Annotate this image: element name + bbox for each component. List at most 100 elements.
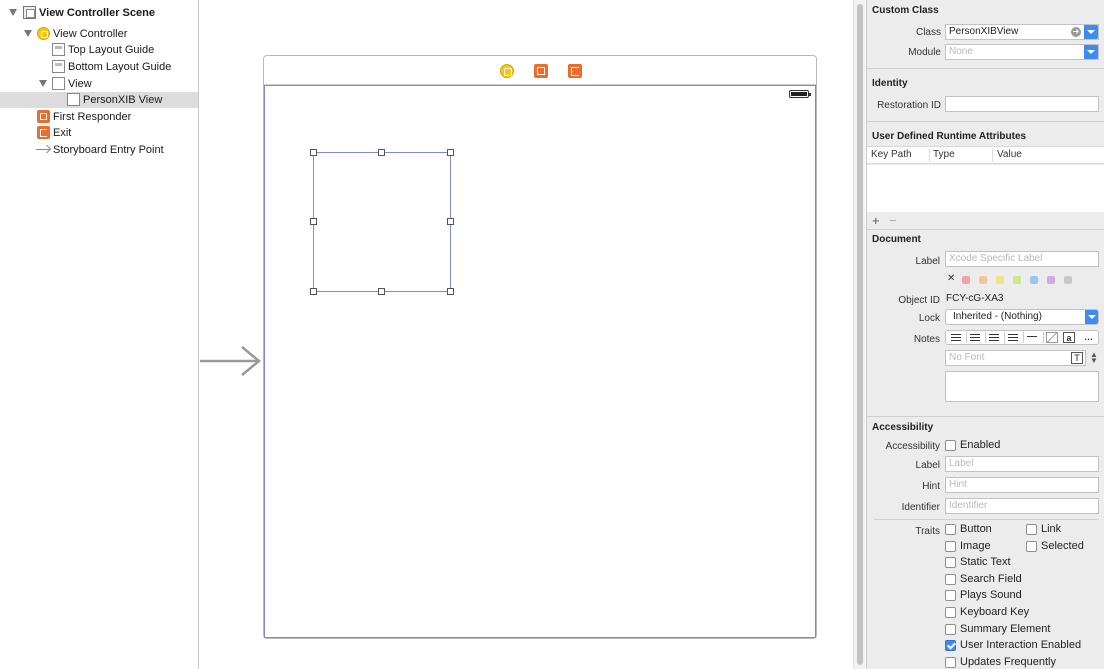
notes-font-field[interactable]: No Font T: [945, 350, 1086, 366]
section-divider: [867, 229, 1104, 230]
image-icon[interactable]: a: [1063, 332, 1075, 343]
text-color-icon[interactable]: [1046, 332, 1058, 343]
trait-checkbox[interactable]: [945, 590, 956, 602]
outline-item-label: Top Layout Guide: [68, 44, 155, 56]
color-swatch-green[interactable]: [1013, 276, 1021, 284]
trait-checkbox[interactable]: [945, 607, 956, 618]
resize-handle-left[interactable]: [310, 218, 317, 225]
add-attribute-button[interactable]: +: [872, 214, 880, 228]
color-swatch-yellow[interactable]: [996, 276, 1004, 284]
a11y-label-field[interactable]: Label: [945, 456, 1099, 472]
class-dropdown-button[interactable]: [1084, 25, 1098, 39]
notes-text-area[interactable]: [945, 371, 1099, 402]
restoration-id-field[interactable]: [945, 96, 1099, 112]
trait-label[interactable]: Plays Sound: [960, 589, 1022, 601]
color-swatch-orange[interactable]: [979, 276, 987, 284]
align-justify-icon[interactable]: [1005, 332, 1022, 343]
disclosure-triangle-icon[interactable]: [39, 80, 47, 87]
a11y-hint-field[interactable]: Hint: [945, 477, 1099, 493]
custom-class-section: Custom Class Class PersonXIBView ➜ Modul…: [867, 0, 1104, 69]
color-swatch-purple[interactable]: [1047, 276, 1055, 284]
canvas-scrollbar[interactable]: [853, 0, 865, 669]
more-options-icon[interactable]: …: [1080, 332, 1097, 343]
outline-item-first-responder[interactable]: First Responder: [0, 109, 198, 125]
storyboard-entry-arrow-icon[interactable]: [200, 345, 262, 377]
remove-attribute-button[interactable]: −: [889, 214, 897, 228]
align-natural-icon[interactable]: [1024, 332, 1041, 343]
resize-handle-bottom[interactable]: [378, 288, 385, 295]
resize-handle-right[interactable]: [447, 218, 454, 225]
trait-label[interactable]: Link: [1041, 523, 1061, 535]
trait-label[interactable]: Summary Element: [960, 623, 1050, 635]
trait-checkbox[interactable]: [1026, 524, 1037, 535]
trait-label[interactable]: Button: [960, 523, 992, 535]
trait-checkbox[interactable]: [945, 656, 956, 668]
outline-item-top-layout-guide[interactable]: Top Layout Guide: [0, 42, 198, 58]
align-right-icon[interactable]: [986, 332, 1003, 343]
column-key-path[interactable]: Key Path: [871, 149, 912, 160]
scene-icon: [23, 6, 36, 19]
trait-checkbox[interactable]: [945, 623, 956, 635]
align-left-icon[interactable]: [948, 332, 965, 343]
a11y-identifier-field[interactable]: Identifier: [945, 498, 1099, 514]
section-title: Identity: [872, 78, 908, 89]
accessibility-enabled-checkbox[interactable]: [945, 440, 956, 451]
outline-item-storyboard-entry-point[interactable]: Storyboard Entry Point: [0, 142, 198, 158]
class-label: Class: [915, 27, 941, 38]
disclosure-triangle-icon[interactable]: [9, 9, 17, 16]
outline-item-bottom-layout-guide[interactable]: Bottom Layout Guide: [0, 59, 198, 75]
resize-handle-bottom-right[interactable]: [447, 288, 454, 295]
module-field[interactable]: None: [945, 44, 1099, 60]
root-view[interactable]: [264, 85, 816, 638]
divider: [874, 519, 1099, 520]
runtime-attributes-table[interactable]: [867, 165, 1104, 212]
outline-item-view-controller[interactable]: View Controller: [0, 26, 198, 42]
view-controller-icon[interactable]: [500, 64, 514, 78]
color-swatch-red[interactable]: [962, 276, 970, 284]
trait-label[interactable]: Search Field: [960, 573, 1022, 585]
color-swatch-blue[interactable]: [1030, 276, 1038, 284]
trait-label[interactable]: Image: [960, 540, 991, 552]
trait-checkbox[interactable]: [945, 557, 956, 569]
font-picker-icon[interactable]: T: [1071, 352, 1083, 364]
outline-item-exit[interactable]: Exit: [0, 125, 198, 141]
class-field[interactable]: PersonXIBView ➜: [945, 24, 1099, 40]
module-dropdown-button[interactable]: [1084, 45, 1098, 59]
outline-item-personxib-view[interactable]: PersonXIB View: [0, 92, 198, 108]
trait-checkbox[interactable]: [945, 640, 956, 652]
outline-item-view-controller-scene[interactable]: View Controller Scene: [0, 5, 198, 21]
trait-checkbox[interactable]: [945, 524, 956, 535]
resize-handle-top-left[interactable]: [310, 149, 317, 156]
color-swatch-gray[interactable]: [1064, 276, 1072, 284]
storyboard-canvas[interactable]: [200, 0, 852, 669]
trait-label[interactable]: Updates Frequently: [960, 656, 1056, 668]
lock-popup[interactable]: Inherited - (Nothing): [945, 309, 1099, 325]
trait-label[interactable]: Selected: [1041, 540, 1084, 552]
resize-handle-top-right[interactable]: [447, 149, 454, 156]
align-center-icon[interactable]: [967, 332, 984, 343]
trait-label[interactable]: Static Text: [960, 556, 1011, 568]
document-label-field[interactable]: Xcode Specific Label: [945, 251, 1099, 267]
clear-color-icon[interactable]: ✕: [947, 273, 955, 284]
font-size-stepper-icon[interactable]: ▲ ▼: [1090, 351, 1098, 365]
trait-label[interactable]: Keyboard Key: [960, 606, 1029, 618]
trait-checkbox[interactable]: [945, 540, 956, 552]
resize-handle-top[interactable]: [378, 149, 385, 156]
resize-handle-bottom-left[interactable]: [310, 288, 317, 295]
go-to-class-icon[interactable]: ➜: [1071, 27, 1081, 37]
outline-item-label: Exit: [53, 127, 72, 139]
accessibility-enabled-label[interactable]: Enabled: [960, 439, 1000, 451]
column-value[interactable]: Value: [997, 149, 1022, 160]
first-responder-icon[interactable]: [534, 64, 548, 78]
view-controller-scene-frame[interactable]: [263, 55, 817, 639]
exit-icon[interactable]: [568, 64, 582, 78]
outline-item-view[interactable]: View: [0, 76, 198, 92]
scrollbar-thumb[interactable]: [857, 4, 863, 665]
column-type[interactable]: Type: [933, 149, 955, 160]
personxib-view-selected[interactable]: [310, 149, 454, 295]
disclosure-triangle-icon[interactable]: [24, 30, 32, 37]
trait-checkbox[interactable]: [945, 573, 956, 585]
trait-label[interactable]: User Interaction Enabled: [960, 639, 1081, 651]
trait-checkbox[interactable]: [1026, 540, 1037, 552]
lock-stepper-icon[interactable]: [1085, 310, 1098, 324]
